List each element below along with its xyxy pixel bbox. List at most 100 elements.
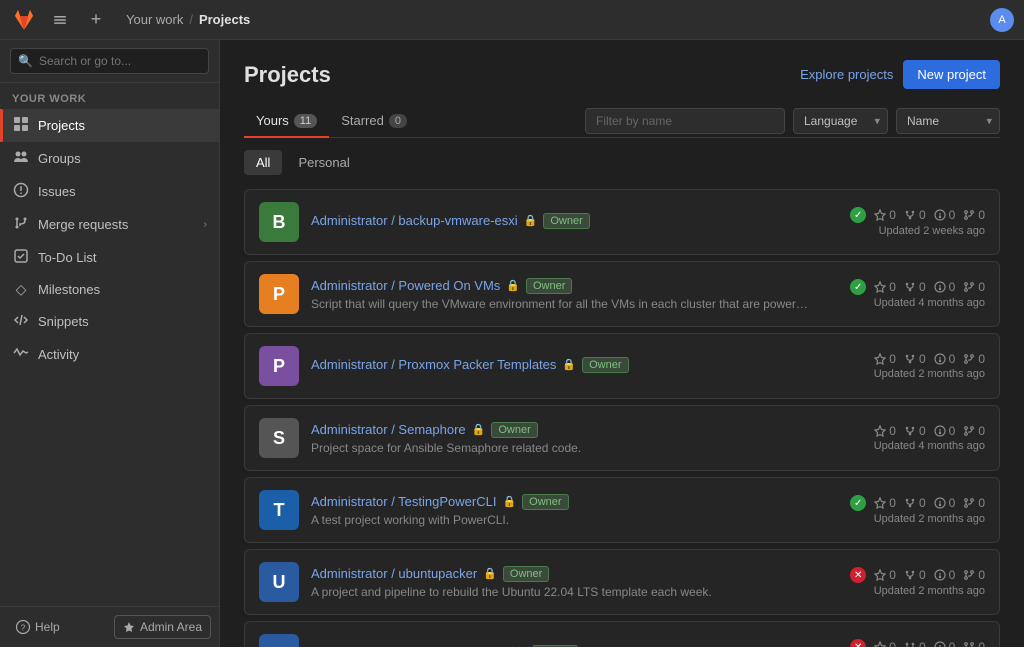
mr-count: 0 xyxy=(978,640,985,647)
mr-icon xyxy=(963,425,975,437)
lock-icon: 🔒 xyxy=(502,495,516,508)
mr-stat: 0 xyxy=(963,640,985,647)
star-icon xyxy=(874,353,886,365)
explore-projects-link[interactable]: Explore projects xyxy=(800,67,893,82)
breadcrumb-home[interactable]: Your work xyxy=(126,12,183,27)
sidebar-toggle-icon[interactable] xyxy=(46,6,74,34)
project-description: A project and pipeline to rebuild the Ub… xyxy=(311,585,811,599)
merge-requests-icon xyxy=(12,215,30,234)
sidebar-item-snippets[interactable]: Snippets xyxy=(0,305,219,338)
project-updated: Updated 4 months ago xyxy=(874,440,985,452)
mr-stat: 0 xyxy=(963,568,985,582)
project-avatar: U xyxy=(259,634,299,647)
project-item-testing-powercli[interactable]: T Administrator / TestingPowerCLI 🔒 Owne… xyxy=(244,477,1000,543)
project-info: Administrator / TestingPowerCLI 🔒 Owner … xyxy=(311,494,838,527)
mr-stat: 0 xyxy=(963,352,985,366)
sidebar-item-todo[interactable]: To-Do List xyxy=(0,241,219,274)
star-count: 0 xyxy=(889,640,896,647)
issue-count: 0 xyxy=(949,352,956,366)
issue-icon xyxy=(934,425,946,437)
fork-count: 0 xyxy=(919,640,926,647)
sidebar-item-activity[interactable]: Activity xyxy=(0,338,219,371)
star-count: 0 xyxy=(889,208,896,222)
filter-name-input[interactable] xyxy=(585,108,785,134)
sidebar-item-groups[interactable]: Groups xyxy=(0,142,219,175)
issue-count: 0 xyxy=(949,280,956,294)
project-name[interactable]: Administrator / backup-vmware-esxi xyxy=(311,213,518,228)
tab-starred[interactable]: Starred 0 xyxy=(329,105,419,138)
project-info: Administrator / Powered On VMs 🔒 Owner S… xyxy=(311,278,838,311)
project-info: Administrator / Proxmox Packer Templates… xyxy=(311,357,838,376)
star-icon xyxy=(874,569,886,581)
gitlab-logo[interactable] xyxy=(10,6,38,34)
project-item-backup-vmware-esxi[interactable]: B Administrator / backup-vmware-esxi 🔒 O… xyxy=(244,189,1000,255)
project-info: Administrator / ubuntupacker 🔒 Owner A p… xyxy=(311,566,838,599)
project-name-row: Administrator / backup-vmware-esxi 🔒 Own… xyxy=(311,213,838,229)
fork-stat: 0 xyxy=(904,496,926,510)
project-meta-col: ✓ 0 0 0 0 xyxy=(850,279,985,309)
lock-icon: 🔒 xyxy=(506,279,520,292)
subtab-personal-label: Personal xyxy=(298,155,349,170)
sidebar-item-milestones[interactable]: ◇ Milestones xyxy=(0,274,219,305)
admin-area-button[interactable]: Admin Area xyxy=(114,615,211,639)
pipeline-status-icon: ✕ xyxy=(850,639,866,647)
top-bar: + Your work / Projects A xyxy=(0,0,1024,40)
fork-count: 0 xyxy=(919,352,926,366)
project-item-powered-on-vms[interactable]: P Administrator / Powered On VMs 🔒 Owner… xyxy=(244,261,1000,327)
pipeline-status-icon: ✓ xyxy=(850,207,866,223)
sort-select[interactable]: Name Last updated Created date Stars xyxy=(896,108,1000,134)
mr-stat: 0 xyxy=(963,208,985,222)
sidebar: 🔍 Your work Projects Groups Issues Merge… xyxy=(0,40,220,647)
subtab-all[interactable]: All xyxy=(244,150,282,175)
search-input[interactable] xyxy=(10,48,209,74)
owner-badge: Owner xyxy=(491,422,537,438)
new-project-button[interactable]: New project xyxy=(903,60,1000,89)
project-item-ubuntupacker2404[interactable]: U Administrator / ubuntupacker2404 🔒 Own… xyxy=(244,621,1000,647)
fork-icon xyxy=(904,641,916,647)
fork-icon xyxy=(904,569,916,581)
fork-stat: 0 xyxy=(904,568,926,582)
issue-stat: 0 xyxy=(934,640,956,647)
milestones-icon: ◇ xyxy=(12,281,30,298)
project-name[interactable]: Administrator / Powered On VMs xyxy=(311,278,500,293)
mr-stat: 0 xyxy=(963,280,985,294)
sidebar-item-snippets-label: Snippets xyxy=(38,314,207,329)
project-item-proxmox-packer[interactable]: P Administrator / Proxmox Packer Templat… xyxy=(244,333,1000,399)
subtab-personal[interactable]: Personal xyxy=(286,150,361,175)
project-item-ubuntupacker[interactable]: U Administrator / ubuntupacker 🔒 Owner A… xyxy=(244,549,1000,615)
star-icon xyxy=(874,497,886,509)
project-item-semaphore[interactable]: S Administrator / Semaphore 🔒 Owner Proj… xyxy=(244,405,1000,471)
star-count: 0 xyxy=(889,496,896,510)
pipeline-status-icon: ✓ xyxy=(850,495,866,511)
tab-starred-label: Starred xyxy=(341,113,384,128)
new-item-icon[interactable]: + xyxy=(82,6,110,34)
mr-count: 0 xyxy=(978,280,985,294)
tabs-row: Yours 11 Starred 0 Language Ruby Python … xyxy=(244,105,1000,138)
breadcrumb-separator: / xyxy=(189,12,193,27)
star-icon xyxy=(874,425,886,437)
tab-yours[interactable]: Yours 11 xyxy=(244,105,329,138)
fork-icon xyxy=(904,281,916,293)
sidebar-item-issues[interactable]: Issues xyxy=(0,175,219,208)
sidebar-item-merge-requests[interactable]: Merge requests › xyxy=(0,208,219,241)
breadcrumb-current: Projects xyxy=(199,12,250,27)
lock-icon: 🔒 xyxy=(562,358,576,371)
subtab-all-label: All xyxy=(256,155,270,170)
project-list: B Administrator / backup-vmware-esxi 🔒 O… xyxy=(244,189,1000,647)
project-name[interactable]: Administrator / Semaphore xyxy=(311,422,466,437)
project-name[interactable]: Administrator / ubuntupacker xyxy=(311,566,477,581)
sidebar-item-projects[interactable]: Projects xyxy=(0,109,219,142)
issue-icon xyxy=(934,497,946,509)
issue-stat: 0 xyxy=(934,280,956,294)
language-filter[interactable]: Language Ruby Python JavaScript PowerShe… xyxy=(793,108,888,134)
fork-stat: 0 xyxy=(904,280,926,294)
avatar[interactable]: A xyxy=(990,8,1014,32)
tab-starred-count: 0 xyxy=(389,114,407,128)
star-stat: 0 xyxy=(874,640,896,647)
help-button[interactable]: ? Help xyxy=(8,616,68,638)
star-count: 0 xyxy=(889,568,896,582)
tab-yours-count: 11 xyxy=(294,114,317,128)
projects-icon xyxy=(12,116,30,135)
project-name[interactable]: Administrator / TestingPowerCLI xyxy=(311,494,496,509)
project-name[interactable]: Administrator / Proxmox Packer Templates xyxy=(311,357,556,372)
